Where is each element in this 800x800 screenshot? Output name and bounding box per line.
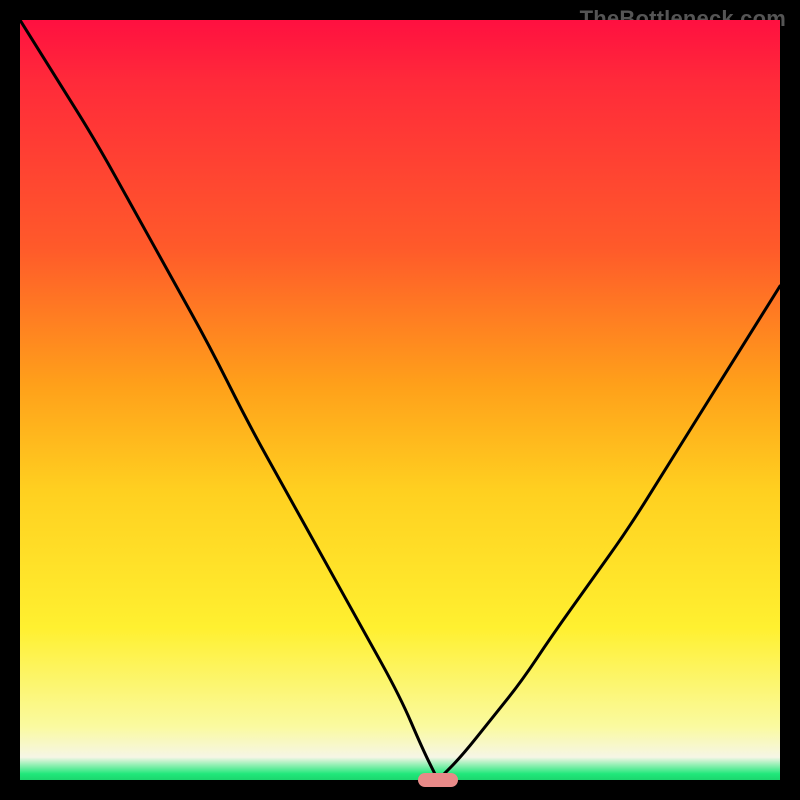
bottleneck-curve [20, 20, 780, 780]
plot-area [20, 20, 780, 780]
chart-frame: TheBottleneck.com [0, 0, 800, 800]
optimal-marker [418, 773, 458, 787]
